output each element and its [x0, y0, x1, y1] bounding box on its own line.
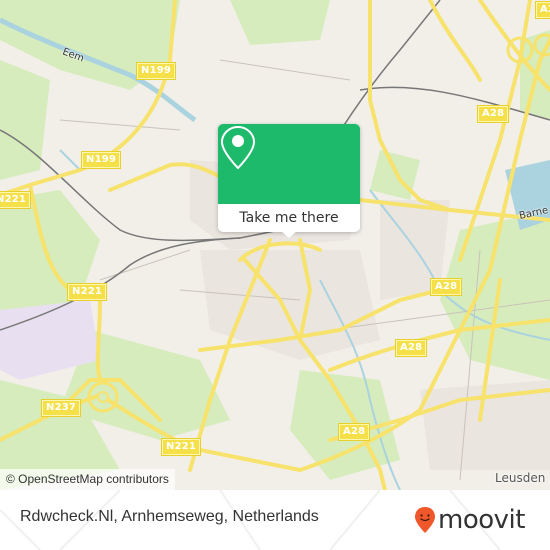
map-view[interactable]: N199 N199 N221 N221 N237 N221 A28 A28 A2… [0, 0, 550, 490]
footer-bar: Rdwcheck.Nl, Arnhemseweg, Netherlands mo… [0, 490, 550, 550]
road-label-n221: N221 [66, 283, 108, 301]
map-attribution[interactable]: © OpenStreetMap contributors [0, 469, 175, 490]
take-me-there-button[interactable]: Take me there [218, 204, 360, 232]
popup-marker-area[interactable] [218, 124, 360, 204]
moovit-wordmark: moovit [438, 505, 525, 535]
road-label-a28: A28 [429, 278, 463, 296]
location-title: Rdwcheck.Nl, Arnhemseweg, Netherlands [20, 508, 319, 525]
map-tiles [0, 0, 550, 490]
place-label-leusden: Leusden [495, 471, 546, 485]
popup-pointer [280, 230, 298, 238]
road-label-n221: N221 [0, 191, 32, 209]
road-label-a28: A28 [337, 423, 371, 441]
road-label-n237: N237 [40, 399, 82, 417]
map-pin-icon [220, 125, 256, 170]
road-label-a28: A28 [476, 105, 510, 123]
road-label-n221: N221 [160, 438, 202, 456]
road-label-n199: N199 [135, 62, 177, 80]
moovit-logo[interactable]: moovit [414, 500, 525, 540]
road-label-a28: A2 [534, 1, 550, 19]
road-label-a28: A28 [394, 339, 428, 357]
moovit-pin-icon [415, 507, 435, 533]
road-label-n199: N199 [80, 151, 122, 169]
location-popup[interactable]: Take me there [218, 124, 360, 238]
